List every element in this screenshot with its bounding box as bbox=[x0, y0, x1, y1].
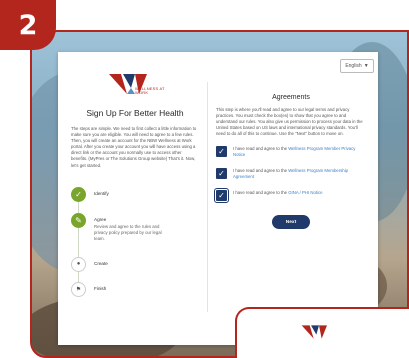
agreement-row: ✓ I have read and agree to the Wellness … bbox=[216, 168, 366, 180]
flag-icon: ⚑ bbox=[71, 281, 86, 297]
language-select[interactable]: English ▼ bbox=[340, 59, 374, 73]
pencil-icon: ✎ bbox=[71, 212, 86, 228]
intro-text: The steps are simple. We need to first c… bbox=[71, 126, 197, 168]
logo-mark-icon bbox=[301, 325, 327, 339]
step-finish: ⚑ Finish bbox=[71, 281, 107, 297]
language-value: English bbox=[345, 63, 362, 69]
step-label: Finish bbox=[94, 285, 107, 291]
signup-card: English ▼ WELLNESS AT WORK Sign Up For B… bbox=[58, 52, 378, 345]
agreement-prefix: I have read and agree to the bbox=[233, 168, 289, 174]
step-number-badge: 2 bbox=[0, 0, 56, 50]
agreement-prefix: I have read and agree to the bbox=[233, 190, 289, 196]
agreements-text: This step is where you'll read and agree… bbox=[216, 107, 363, 137]
step-description: Review and agree to the rules and privac… bbox=[94, 223, 162, 241]
agreement-row: ✓ I have read and agree to the Wellness … bbox=[216, 146, 366, 158]
stepper-line bbox=[78, 194, 79, 291]
agreement-checkbox[interactable]: ✓ bbox=[214, 188, 229, 204]
agreement-prefix: I have read and agree to the bbox=[233, 146, 289, 152]
right-panel: Agreements This step is where you'll rea… bbox=[214, 94, 366, 230]
page-title: Sign Up For Better Health bbox=[86, 108, 184, 118]
chevron-down-icon: ▼ bbox=[363, 63, 369, 69]
person-icon: ● bbox=[71, 256, 86, 272]
wellness-logo: WELLNESS AT WORK bbox=[105, 72, 165, 102]
progress-stepper: ✓ Identify ✎ Agree Review and agree to t… bbox=[71, 186, 199, 297]
agreements-title: Agreements bbox=[272, 94, 310, 101]
next-screenshot-card bbox=[235, 307, 409, 358]
panel-divider bbox=[207, 82, 208, 312]
logo-text: WELLNESS AT WORK bbox=[135, 86, 165, 95]
step-label: Create bbox=[94, 260, 108, 266]
next-button[interactable]: Next bbox=[272, 215, 310, 230]
check-icon: ✓ bbox=[71, 186, 86, 202]
agreement-row: ✓ I have read and agree to the GINA / PH… bbox=[214, 188, 366, 204]
agreement-checkbox[interactable]: ✓ bbox=[216, 168, 227, 180]
step-identify: ✓ Identify bbox=[71, 186, 109, 202]
step-create: ● Create bbox=[71, 256, 108, 272]
agreement-checkbox[interactable]: ✓ bbox=[216, 146, 227, 158]
step-agree: ✎ Agree Review and agree to the rules an… bbox=[71, 212, 166, 242]
step-label: Agree bbox=[94, 216, 107, 222]
left-panel: WELLNESS AT WORK Sign Up For Better Heal… bbox=[71, 72, 199, 297]
step-label: Identify bbox=[94, 190, 109, 196]
gina-notice-link[interactable]: GINA / PHI Notice bbox=[288, 190, 322, 195]
